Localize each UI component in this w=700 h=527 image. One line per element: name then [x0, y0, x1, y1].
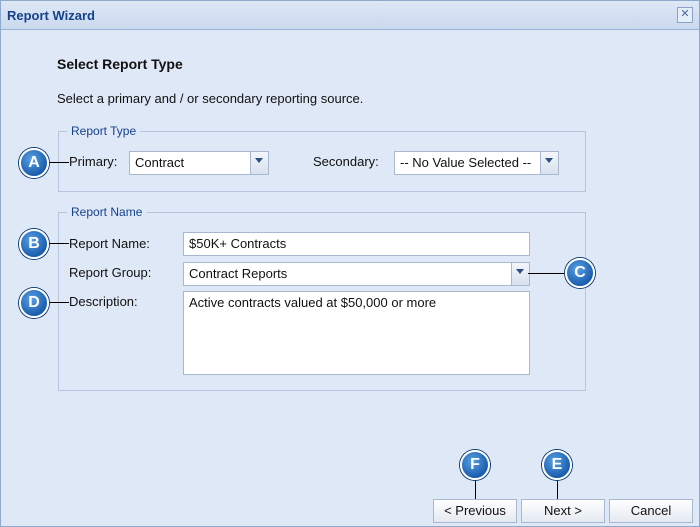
secondary-select-value: -- No Value Selected --: [400, 155, 532, 170]
report-name-value: $50K+ Contracts: [189, 236, 287, 251]
chevron-down-icon[interactable]: [540, 152, 558, 174]
callout-marker-c: C: [565, 258, 595, 288]
description-value: Active contracts valued at $50,000 or mo…: [189, 295, 437, 310]
marker-a-leader: [49, 162, 69, 163]
primary-label: Primary:: [69, 154, 118, 169]
close-icon[interactable]: ✕: [677, 7, 693, 23]
callout-marker-a: A: [19, 148, 49, 178]
description-textarea[interactable]: Active contracts valued at $50,000 or mo…: [183, 291, 530, 375]
report-name-input[interactable]: $50K+ Contracts: [183, 232, 530, 256]
report-group-value: Contract Reports: [189, 266, 288, 281]
callout-marker-b: B: [19, 229, 49, 259]
callout-marker-d: D: [19, 288, 49, 318]
report-group-label: Report Group:: [69, 265, 152, 280]
callout-marker-f: F: [460, 450, 490, 480]
previous-button[interactable]: < Previous: [433, 499, 517, 523]
marker-d-leader: [49, 302, 69, 303]
cancel-button[interactable]: Cancel: [609, 499, 693, 523]
marker-c-leader: [528, 273, 568, 274]
chevron-down-icon[interactable]: [250, 152, 268, 174]
page-title: Select Report Type: [57, 56, 183, 72]
report-type-legend: Report Type: [71, 124, 137, 138]
secondary-label: Secondary:: [313, 154, 379, 169]
marker-b-leader: [49, 243, 69, 244]
report-name-legend: Report Name: [71, 205, 143, 219]
description-label: Description:: [69, 294, 138, 309]
callout-marker-e: E: [542, 450, 572, 480]
report-wizard-window: Report Wizard ✕ Select Report Type Selec…: [0, 0, 700, 527]
window-title: Report Wizard: [7, 8, 95, 23]
marker-f-leader: [475, 477, 476, 499]
marker-e-leader: [557, 477, 558, 499]
report-group-select[interactable]: Contract Reports: [183, 262, 530, 286]
secondary-select[interactable]: -- No Value Selected --: [394, 151, 559, 175]
report-name-label: Report Name:: [69, 236, 150, 251]
primary-select-value: Contract: [135, 155, 185, 170]
page-subtext: Select a primary and / or secondary repo…: [57, 91, 364, 106]
primary-select[interactable]: Contract: [129, 151, 269, 175]
next-button[interactable]: Next >: [521, 499, 605, 523]
title-bar: Report Wizard ✕: [1, 1, 699, 30]
chevron-down-icon[interactable]: [511, 263, 529, 285]
